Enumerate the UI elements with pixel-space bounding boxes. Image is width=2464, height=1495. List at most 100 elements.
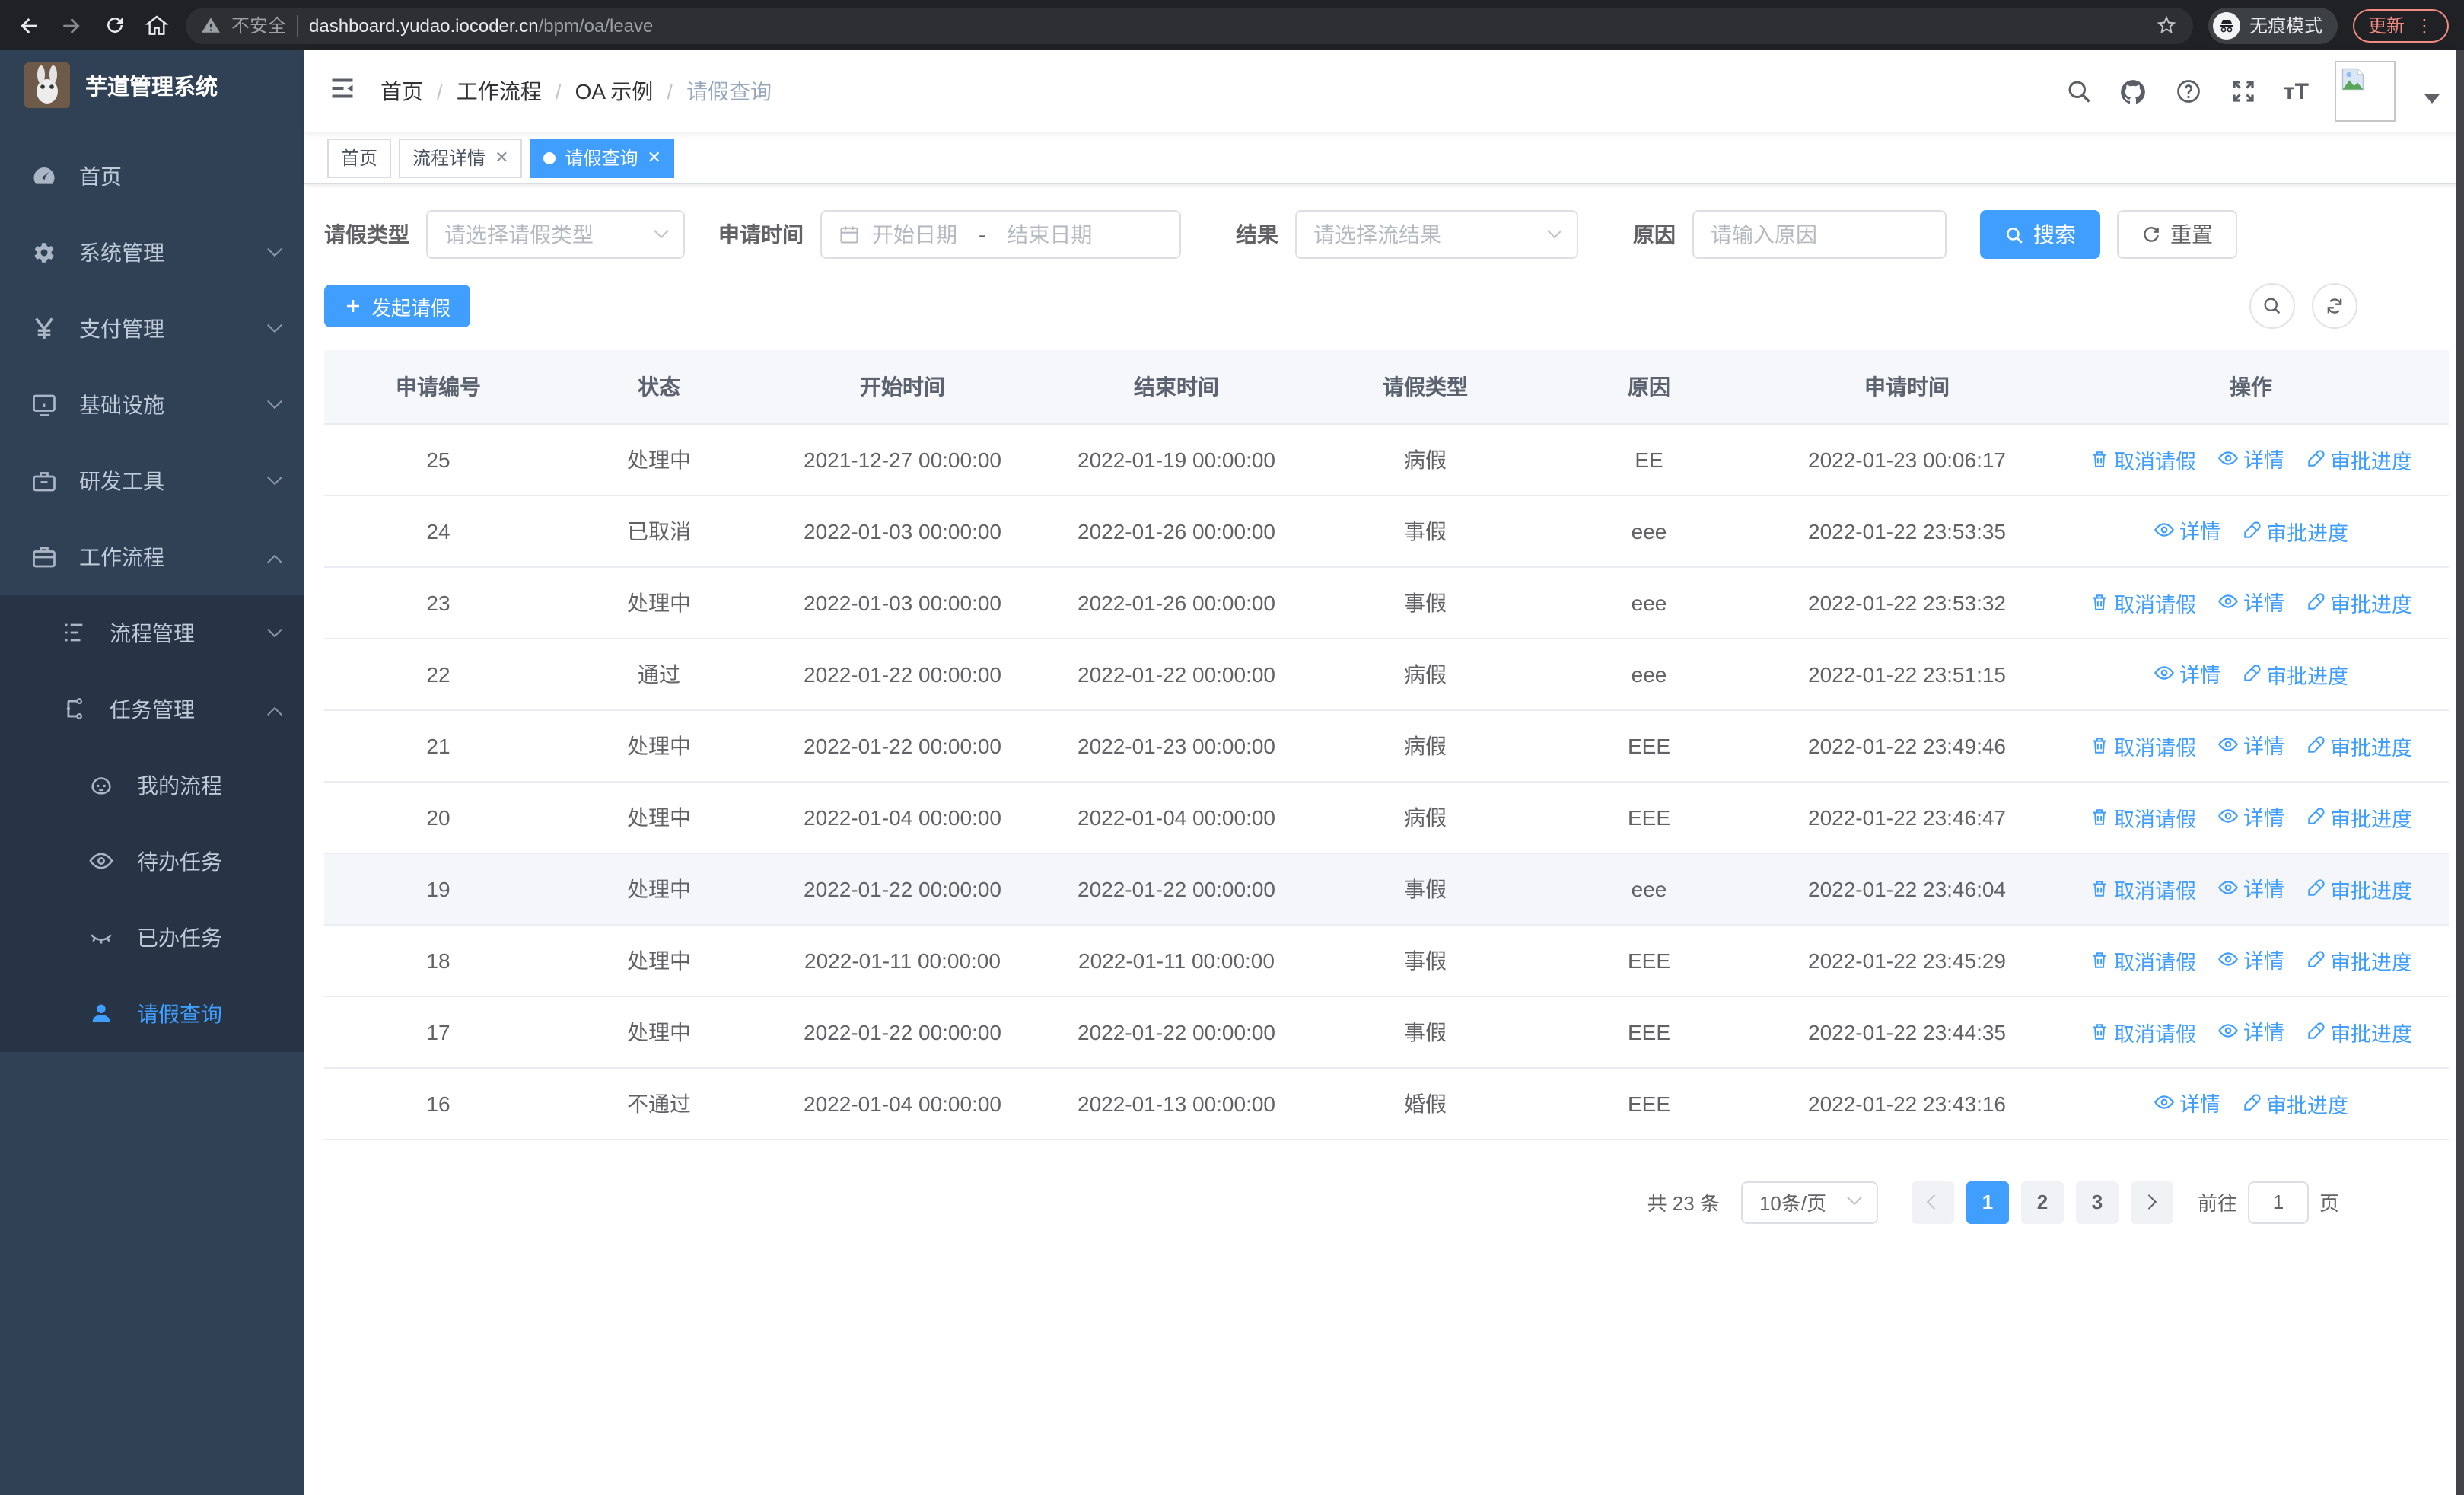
reset-button[interactable]: 重置 bbox=[2117, 210, 2237, 259]
action-cancel-link[interactable]: 取消请假 bbox=[2090, 588, 2196, 618]
action-cancel-link[interactable]: 取消请假 bbox=[2090, 1017, 2196, 1047]
sidebar-item-task-mgmt[interactable]: 任务管理 bbox=[0, 671, 304, 748]
search-icon[interactable] bbox=[2064, 77, 2093, 106]
action-progress-link[interactable]: 审批进度 bbox=[2242, 516, 2348, 547]
apply-time-range-picker[interactable]: 开始日期 - 结束日期 bbox=[820, 210, 1181, 259]
action-detail-link[interactable]: 详情 bbox=[2217, 730, 2284, 760]
prev-page-button[interactable] bbox=[1911, 1181, 1954, 1223]
menu-kebab-icon[interactable]: ⋮ bbox=[2415, 14, 2434, 36]
avatar[interactable] bbox=[2335, 61, 2396, 122]
action-progress-link[interactable]: 审批进度 bbox=[2306, 731, 2412, 761]
tag-home[interactable]: 首页 bbox=[327, 138, 392, 177]
sidebar-item-system[interactable]: 系统管理 bbox=[0, 215, 304, 291]
cell-start: 2022-01-22 00:00:00 bbox=[766, 853, 1039, 925]
goto-page-input[interactable]: 1 bbox=[2247, 1181, 2309, 1223]
page-button-2[interactable]: 2 bbox=[2020, 1181, 2064, 1223]
action-detail-link[interactable]: 详情 bbox=[2217, 873, 2284, 904]
tag-leave-query[interactable]: 请假查询 ✕ bbox=[530, 138, 675, 177]
app-logo-row[interactable]: 芋道管理系统 bbox=[0, 50, 304, 120]
page-button-3[interactable]: 3 bbox=[2075, 1181, 2119, 1223]
breadcrumb-workflow[interactable]: 工作流程 bbox=[457, 76, 542, 107]
refresh-table-button[interactable] bbox=[2312, 283, 2357, 329]
url-divider bbox=[297, 14, 299, 36]
action-progress-link[interactable]: 审批进度 bbox=[2306, 874, 2412, 904]
action-detail-link[interactable]: 详情 bbox=[2154, 515, 2220, 546]
page-size-select[interactable]: 10条/页 bbox=[1740, 1181, 1878, 1223]
table-row[interactable]: 19 处理中 2022-01-22 00:00:00 2022-01-22 00:00… bbox=[324, 853, 2449, 925]
fullscreen-icon[interactable] bbox=[2229, 77, 2258, 106]
back-icon[interactable] bbox=[15, 13, 43, 37]
action-detail-link[interactable]: 详情 bbox=[2217, 444, 2284, 474]
close-icon[interactable]: ✕ bbox=[648, 148, 661, 167]
table-row[interactable]: 16 不通过 2022-01-04 00:00:00 2022-01-13 00:00… bbox=[324, 1067, 2449, 1140]
chevron-down-icon bbox=[654, 222, 669, 238]
breadcrumb-home[interactable]: 首页 bbox=[380, 76, 423, 107]
bookmark-star-icon[interactable] bbox=[2155, 14, 2178, 37]
table-row[interactable]: 24 已取消 2022-01-03 00:00:00 2022-01-26 00:00… bbox=[324, 495, 2449, 567]
sidebar-item-infra[interactable]: 基础设施 bbox=[0, 367, 304, 443]
action-cancel-link[interactable]: 取消请假 bbox=[2090, 874, 2196, 904]
breadcrumb-oa[interactable]: OA 示例 bbox=[575, 76, 654, 107]
page-button-1[interactable]: 1 bbox=[1966, 1181, 2009, 1223]
reload-icon[interactable] bbox=[100, 14, 128, 37]
forward-icon[interactable] bbox=[58, 13, 85, 37]
sidebar-item-leave-query[interactable]: 请假查询 bbox=[0, 976, 304, 1052]
action-detail-link[interactable]: 详情 bbox=[2217, 1016, 2284, 1047]
table-row[interactable]: 18 处理中 2022-01-11 00:00:00 2022-01-11 00:00… bbox=[324, 924, 2449, 996]
edit-icon bbox=[2308, 450, 2325, 467]
table-row[interactable]: 25 处理中 2021-12-27 00:00:00 2022-01-19 00:00… bbox=[324, 423, 2449, 496]
action-detail-link[interactable]: 详情 bbox=[2154, 658, 2220, 689]
font-size-icon[interactable]: тT bbox=[2284, 78, 2309, 104]
sidebar-item-todo-tasks[interactable]: 待办任务 bbox=[0, 824, 304, 900]
sidebar-item-my-process[interactable]: 我的流程 bbox=[0, 748, 304, 824]
action-detail-link[interactable]: 详情 bbox=[2217, 802, 2284, 832]
next-page-button[interactable] bbox=[2130, 1181, 2173, 1223]
action-cancel-link[interactable]: 取消请假 bbox=[2090, 445, 2196, 475]
close-icon[interactable]: ✕ bbox=[495, 148, 508, 167]
sidebar-item-devtools[interactable]: 研发工具 bbox=[0, 443, 304, 519]
action-progress-link[interactable]: 审批进度 bbox=[2306, 802, 2412, 833]
url-bar[interactable]: 不安全 dashboard.yudao.iocoder.cn/bpm/oa/le… bbox=[186, 7, 2193, 43]
result-select[interactable]: 请选择流结果 bbox=[1295, 210, 1578, 259]
sidebar-item-workflow[interactable]: 工作流程 bbox=[0, 519, 304, 595]
toggle-search-button[interactable] bbox=[2249, 283, 2295, 329]
home-icon[interactable] bbox=[143, 13, 170, 37]
gear-icon bbox=[30, 239, 58, 266]
action-cancel-link[interactable]: 取消请假 bbox=[2090, 731, 2196, 761]
action-cancel-link[interactable]: 取消请假 bbox=[2090, 945, 2196, 976]
action-progress-link[interactable]: 审批进度 bbox=[2306, 445, 2412, 475]
col-apply-time: 申请时间 bbox=[1761, 350, 2053, 424]
app-logo bbox=[24, 62, 70, 108]
refresh-icon bbox=[2144, 226, 2159, 241]
action-progress-link[interactable]: 审批进度 bbox=[2306, 945, 2412, 976]
action-progress-link[interactable]: 审批进度 bbox=[2306, 1017, 2412, 1047]
action-cancel-link[interactable]: 取消请假 bbox=[2090, 802, 2196, 833]
create-leave-button[interactable]: 发起请假 bbox=[324, 285, 471, 327]
action-progress-link[interactable]: 审批进度 bbox=[2306, 588, 2412, 618]
action-progress-link[interactable]: 审批进度 bbox=[2242, 1089, 2348, 1119]
action-detail-link[interactable]: 详情 bbox=[2217, 945, 2284, 975]
sidebar-item-payment[interactable]: 支付管理 bbox=[0, 291, 304, 367]
help-icon[interactable] bbox=[2174, 77, 2203, 106]
sidebar-item-done-tasks[interactable]: 已办任务 bbox=[0, 900, 304, 976]
github-icon[interactable] bbox=[2119, 77, 2148, 106]
table-row[interactable]: 21 处理中 2022-01-22 00:00:00 2022-01-23 00:00… bbox=[324, 709, 2449, 782]
action-detail-link[interactable]: 详情 bbox=[2217, 587, 2284, 617]
action-progress-link[interactable]: 审批进度 bbox=[2242, 659, 2348, 690]
reason-input[interactable]: 请输入原因 bbox=[1692, 210, 1947, 259]
table-row[interactable]: 22 通过 2022-01-22 00:00:00 2022-01-22 00:00:… bbox=[324, 638, 2449, 710]
sidebar-collapse-icon[interactable] bbox=[329, 74, 356, 109]
tag-process-detail[interactable]: 流程详情 ✕ bbox=[399, 138, 523, 177]
cell-status: 处理中 bbox=[552, 924, 766, 996]
leave-type-select[interactable]: 请选择请假类型 bbox=[426, 210, 685, 259]
table-row[interactable]: 23 处理中 2022-01-03 00:00:00 2022-01-26 00:00… bbox=[324, 566, 2449, 639]
action-detail-link[interactable]: 详情 bbox=[2154, 1088, 2220, 1118]
table-row[interactable]: 17 处理中 2022-01-22 00:00:00 2022-01-22 00:00… bbox=[324, 996, 2449, 1068]
sidebar-item-home[interactable]: 首页 bbox=[0, 139, 304, 215]
sidebar-item-process-mgmt[interactable]: 流程管理 bbox=[0, 595, 304, 671]
avatar-caret-icon[interactable] bbox=[2424, 94, 2440, 104]
search-button[interactable]: 搜索 bbox=[1980, 210, 2100, 259]
cell-type: 病假 bbox=[1313, 423, 1537, 496]
table-row[interactable]: 20 处理中 2022-01-04 00:00:00 2022-01-04 00:00… bbox=[324, 781, 2449, 853]
update-button[interactable]: 更新 ⋮ bbox=[2352, 8, 2449, 42]
